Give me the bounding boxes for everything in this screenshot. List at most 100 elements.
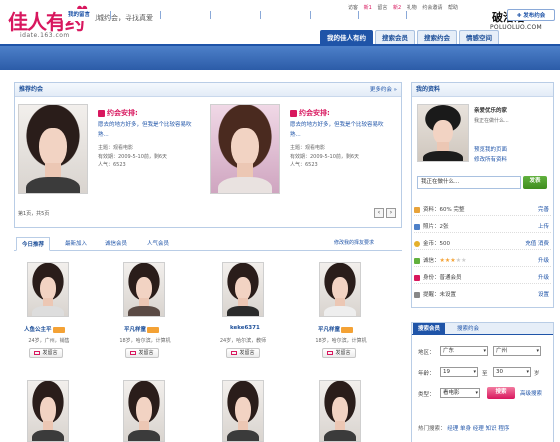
member-photo[interactable] xyxy=(319,262,361,317)
nav-my-messages[interactable]: 我的留言 xyxy=(62,9,97,21)
vip-badge-icon xyxy=(147,326,160,333)
upgrade-credit-link[interactable]: 升级 xyxy=(538,255,549,267)
site-url: idate.163.com xyxy=(20,32,70,39)
nav-upgrade[interactable]: 充值/升级服务 xyxy=(410,9,457,21)
send-message-button[interactable]: 发留言 xyxy=(322,348,356,358)
age-from-select[interactable]: 19 xyxy=(440,367,478,377)
date-topic: 主题：观看电影 xyxy=(290,145,326,151)
date-title[interactable]: 约会安排: xyxy=(290,108,392,118)
member-photo[interactable] xyxy=(123,380,165,442)
stat-label: 金币：500 xyxy=(423,241,450,247)
tab-newest[interactable]: 最新加入 xyxy=(60,237,92,251)
nav-divider xyxy=(110,11,111,19)
edit-profile-link[interactable]: 修改所有资料 xyxy=(474,155,507,163)
hot-search-term[interactable]: 经理 xyxy=(473,426,484,432)
pager-prev-button[interactable]: ‹ xyxy=(374,208,384,218)
profile-avatar[interactable] xyxy=(417,104,469,162)
date-description[interactable]: 愿去的地方好多，但我是个比较容易吹熟... xyxy=(98,120,200,140)
nav-my-profile[interactable]: 我的资料 xyxy=(264,9,298,21)
tab-emotion-space[interactable]: 情感空间 xyxy=(459,30,499,44)
upload-photo-link[interactable]: 上传 xyxy=(538,221,549,233)
tab-search-dates-box[interactable]: 搜索约会 xyxy=(452,323,484,335)
member-name[interactable]: 人鱼公主平 xyxy=(24,325,65,333)
date-title-text: 约会安排: xyxy=(299,109,330,117)
publish-status-button[interactable]: 发表 xyxy=(523,176,547,189)
member-name[interactable]: 平凡样童 xyxy=(124,325,160,333)
hot-search-label: 热门搜索： xyxy=(418,426,446,432)
member-name-text: 平凡样童 xyxy=(318,327,341,333)
stat-reminder: 提醒：未设置 设置 xyxy=(414,289,551,301)
date-title[interactable]: 约会安排: xyxy=(98,108,200,118)
member-photo[interactable] xyxy=(27,380,69,442)
hot-search-term[interactable]: 单身 xyxy=(460,426,471,432)
recommended-photo[interactable] xyxy=(18,104,88,194)
hot-search-row: 热门搜索： 经理 单身 经理 知识 程序 xyxy=(418,424,509,432)
complete-profile-link[interactable]: 完善 xyxy=(538,204,549,216)
tab-search-members[interactable]: 搜索会员 xyxy=(375,30,415,44)
member-photo[interactable] xyxy=(27,262,69,317)
tab-my-idate[interactable]: 我的佳人有约 xyxy=(320,30,373,44)
nav-divider xyxy=(406,11,407,19)
hot-search-term[interactable]: 经理 xyxy=(447,426,458,432)
member-photo[interactable] xyxy=(319,380,361,442)
upgrade-membership-link[interactable]: 升级 xyxy=(538,272,549,284)
pager-next-button[interactable]: › xyxy=(386,208,396,218)
member-photo[interactable] xyxy=(222,262,264,317)
member-name[interactable]: keke6371 xyxy=(230,325,260,331)
type-label: 类型： xyxy=(418,392,435,398)
age-to-select[interactable]: 30 xyxy=(493,367,531,377)
nav-my-photos[interactable]: 我的照片 xyxy=(312,9,346,21)
nav-friend-manage[interactable]: 朋友管理 xyxy=(214,9,248,21)
nav-divider xyxy=(310,11,311,19)
recommended-title: 推荐约会 xyxy=(19,86,44,93)
nav-divider xyxy=(210,11,211,19)
topnav-messages-count: 新2 xyxy=(393,5,402,11)
member-name-text: 平凡样童 xyxy=(124,327,147,333)
status-input[interactable]: 我正在做什么... xyxy=(417,176,521,189)
calendar-icon xyxy=(290,109,297,117)
tab-today-recommend[interactable]: 今日推荐 xyxy=(16,237,51,251)
type-select[interactable]: 看电影 xyxy=(440,388,480,398)
tab-popular[interactable]: 人气会员 xyxy=(142,237,174,251)
send-message-button[interactable]: 发留言 xyxy=(125,348,159,358)
date-valid: 有效期：2009-5-10前，剩6天 xyxy=(290,153,360,160)
member-photo[interactable] xyxy=(123,262,165,317)
recommended-photo[interactable] xyxy=(210,104,280,194)
send-message-button[interactable]: 发留言 xyxy=(226,348,260,358)
set-reminder-link[interactable]: 设置 xyxy=(538,289,549,301)
post-date-button[interactable]: ✚ 发布约会 xyxy=(507,9,555,21)
edit-criteria-link[interactable]: 修改我的择友要求 xyxy=(334,239,374,246)
province-select[interactable]: 广东 xyxy=(440,346,488,356)
recommended-item: 约会安排: 愿去的地方好多，但我是个比较容易吹熟... 主题：观看电影 有效期：… xyxy=(290,108,392,170)
advanced-search-link[interactable]: 高级搜索 xyxy=(520,389,542,397)
member-photo[interactable] xyxy=(222,380,264,442)
hot-search-term[interactable]: 知识 xyxy=(486,426,497,432)
tab-search-members-box[interactable]: 搜索会员 xyxy=(413,323,446,335)
member-name[interactable]: 平凡样童 xyxy=(318,325,354,333)
calendar-icon xyxy=(98,109,105,117)
city-select[interactable]: 广州 xyxy=(493,346,541,356)
age-to-label: 至 xyxy=(482,371,488,377)
stat-label: 照片：2张 xyxy=(423,224,449,230)
coin-icon xyxy=(414,240,420,247)
profile-name: 亲爱优乐的家 xyxy=(474,108,508,114)
tab-search-dates[interactable]: 搜索约会 xyxy=(417,30,457,44)
search-button[interactable]: 搜索 xyxy=(487,387,515,399)
stat-label: 资料：60% 完整 xyxy=(423,207,465,213)
nav-date-manage[interactable]: 约会管理 xyxy=(164,9,198,21)
envelope-icon xyxy=(327,350,334,355)
hot-search-term[interactable]: 程序 xyxy=(498,426,509,432)
recharge-link[interactable]: 充值 消费 xyxy=(525,238,549,250)
stat-coins: 金币：500 充值 消费 xyxy=(414,238,551,250)
member-info: 24岁，广州，销售 xyxy=(28,338,70,344)
page: 佳人有约 ♥ 同城约会，寻找真爱 idate.163.com 访客 新1 留言 … xyxy=(0,0,560,442)
member-info: 18岁，哈尔滨，计算机 xyxy=(315,338,367,344)
tab-verified[interactable]: 诚信会员 xyxy=(100,237,132,251)
envelope-icon xyxy=(34,350,41,355)
preview-page-link[interactable]: 预览我的页面 xyxy=(474,145,507,153)
date-description[interactable]: 愿去的地方好多，但我是个比较容易吹熟... xyxy=(290,120,392,140)
send-message-button[interactable]: 发留言 xyxy=(29,348,63,358)
more-dates-link[interactable]: 更多约会 » xyxy=(370,83,397,97)
nav-verify[interactable]: 诚信验证 xyxy=(360,9,394,21)
nav-my-gifts[interactable]: 我的礼物 xyxy=(114,9,148,21)
